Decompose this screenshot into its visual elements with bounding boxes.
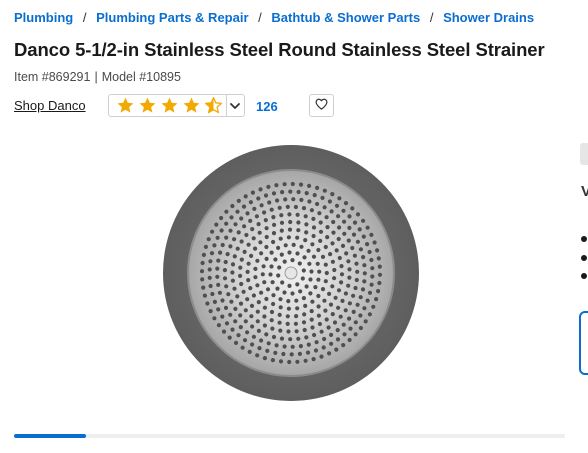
- meta-separator: |: [94, 70, 98, 84]
- breadcrumb-separator: /: [82, 10, 87, 25]
- breadcrumb-separator: /: [429, 10, 434, 25]
- item-number: Item #869291: [14, 70, 91, 84]
- product-title: Danco 5-1/2-in Stainless Steel Round Sta…: [14, 39, 545, 60]
- breadcrumb-plumbing-parts-repair[interactable]: Plumbing Parts & Repair: [96, 10, 248, 25]
- model-number: Model #10895: [101, 70, 181, 84]
- breadcrumb-separator: /: [258, 10, 262, 25]
- image-carousel-progress-fill: [14, 434, 86, 438]
- review-count-link[interactable]: 126: [256, 99, 278, 114]
- breadcrumb-plumbing[interactable]: Plumbing: [14, 10, 73, 25]
- right-panel-bullet: [581, 255, 587, 261]
- right-panel-letter: V: [581, 183, 588, 200]
- strainer-image: [163, 145, 419, 401]
- star-icon: [160, 96, 179, 115]
- right-panel-bullet: [581, 273, 587, 279]
- favorite-button[interactable]: [309, 94, 334, 117]
- product-meta: Item #869291 | Model #10895: [14, 70, 181, 84]
- breadcrumb-bathtub-shower-parts[interactable]: Bathtub & Shower Parts: [271, 10, 420, 25]
- right-panel-bullet: [581, 236, 587, 242]
- image-carousel-progress[interactable]: [14, 434, 565, 438]
- chevron-down-icon[interactable]: [227, 100, 244, 112]
- product-image[interactable]: [162, 145, 420, 408]
- right-panel-box: [580, 143, 588, 165]
- star-rating: [109, 96, 226, 115]
- star-icon: [182, 96, 201, 115]
- breadcrumb: Plumbing / Plumbing Parts & Repair / Bat…: [14, 10, 534, 25]
- star-icon: [138, 96, 157, 115]
- rating-widget[interactable]: [108, 94, 245, 117]
- right-panel-button[interactable]: [579, 311, 588, 375]
- breadcrumb-shower-drains[interactable]: Shower Drains: [443, 10, 534, 25]
- star-icon: [116, 96, 135, 115]
- shop-brand-link[interactable]: Shop Danco: [14, 98, 86, 113]
- heart-icon: [315, 97, 328, 115]
- star-icon: [204, 96, 223, 115]
